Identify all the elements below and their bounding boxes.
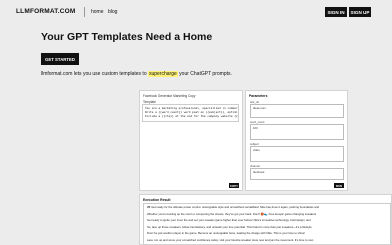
copy-button[interactable]: COPY bbox=[229, 183, 239, 188]
template-textarea[interactable]: You are a marketing professional, specia… bbox=[142, 104, 239, 122]
execution-title: Execution Result bbox=[143, 198, 171, 202]
result-paragraph: 🎮 Get ready for the ultimate power combo… bbox=[147, 205, 320, 209]
result-paragraph: Whether you're leveling up the court or … bbox=[147, 211, 317, 216]
nav-link-blog[interactable]: blog bbox=[108, 9, 117, 15]
hero-tagline: llmformat.com lets you use custom templa… bbox=[41, 70, 251, 78]
run-button[interactable]: RUN bbox=[334, 183, 344, 188]
result-paragraph: Don't be just another player in the game… bbox=[147, 231, 306, 235]
tagline-highlight: supercharge bbox=[147, 71, 178, 77]
hero-title: Your GPT Templates Need a Home bbox=[41, 31, 213, 43]
result-paragraph: Lace 'em up and score your unmatched con… bbox=[147, 237, 314, 242]
param-input-site-url[interactable]: ideas.com bbox=[250, 104, 344, 118]
template-panel: Facebook Generator Marketing Copy Templa… bbox=[139, 90, 243, 191]
tagline-text-post: your ChatGPT prompts. bbox=[177, 71, 232, 77]
param-input-subject[interactable]: video bbox=[250, 146, 344, 162]
site-logo[interactable]: LLMFORMAT.COM bbox=[16, 8, 76, 15]
sign-in-button[interactable]: SIGN IN bbox=[325, 7, 347, 17]
template-line: Include a {{cta}} at the end for the com… bbox=[145, 114, 239, 119]
param-input-word-count[interactable]: 100 bbox=[250, 124, 344, 140]
param-input-channel[interactable]: facebook bbox=[250, 168, 344, 180]
tagline-text-pre: llmformat.com lets you use custom templa… bbox=[41, 71, 148, 77]
parameters-title: Parameters bbox=[249, 94, 268, 98]
template-name: Facebook Generator Marketing Copy bbox=[143, 94, 196, 98]
sign-up-button[interactable]: SIGN UP bbox=[349, 7, 371, 17]
result-paragraph: So, lace up those sneakers, fellow trend… bbox=[147, 224, 313, 229]
execution-result-panel: Execution Result 🎮 Get ready for the ult… bbox=[139, 194, 392, 245]
nav-divider bbox=[84, 7, 85, 17]
get-started-button[interactable]: GET STARTED bbox=[41, 53, 79, 65]
execution-output: 🎮 Get ready for the ultimate power combo… bbox=[143, 203, 391, 244]
parameters-panel: Parameters site_url ideas.com word_count… bbox=[245, 90, 348, 191]
result-paragraph: Get ready to ignite your inner fire and … bbox=[147, 218, 311, 222]
nav-link-home[interactable]: home bbox=[91, 9, 104, 15]
top-nav: LLMFORMAT.COM home blog SIGN IN SIGN UP bbox=[0, 0, 392, 24]
